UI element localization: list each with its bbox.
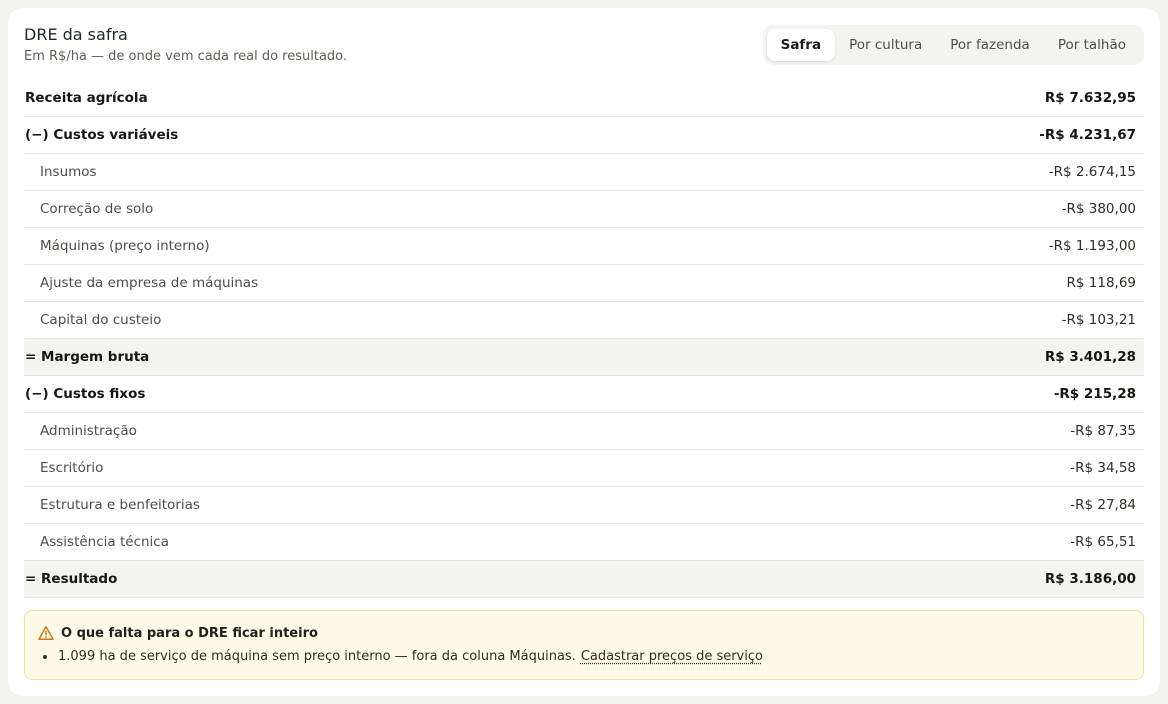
alert-list-item: 1.099 ha de serviço de máquina sem preço… bbox=[43, 649, 763, 664]
cadastrar-precos-link[interactable]: Cadastrar preços de serviço bbox=[581, 649, 763, 664]
warning-icon bbox=[38, 625, 54, 641]
row-value: R$ 3.186,00 bbox=[1044, 571, 1136, 587]
alert-title: O que falta para o DRE ficar inteiro bbox=[61, 626, 318, 641]
row-ajuste-empresa-maquinas: Ajuste da empresa de máquinas R$ 118,69 bbox=[24, 265, 1144, 302]
row-value: R$ 3.401,28 bbox=[1044, 349, 1136, 365]
tab-por-fazenda[interactable]: Por fazenda bbox=[936, 29, 1044, 61]
row-label: Receita agrícola bbox=[25, 90, 148, 106]
tab-por-talhao[interactable]: Por talhão bbox=[1044, 29, 1140, 61]
row-label: = Margem bruta bbox=[25, 349, 150, 365]
row-resultado: = Resultado R$ 3.186,00 bbox=[24, 561, 1144, 598]
row-label: (−) Custos variáveis bbox=[25, 127, 179, 143]
row-custos-fixos: (−) Custos fixos -R$ 215,28 bbox=[24, 376, 1144, 413]
row-label: Ajuste da empresa de máquinas bbox=[40, 275, 259, 291]
row-value: -R$ 27,84 bbox=[1070, 497, 1136, 513]
row-capital-do-custeio: Capital do custeio -R$ 103,21 bbox=[24, 302, 1144, 339]
row-receita-agricola: Receita agrícola R$ 7.632,95 bbox=[24, 80, 1144, 117]
row-label: Administração bbox=[40, 423, 137, 439]
row-value: -R$ 4.231,67 bbox=[1039, 127, 1136, 143]
row-value: -R$ 2.674,15 bbox=[1048, 164, 1136, 180]
alert-item-text: 1.099 ha de serviço de máquina sem preço… bbox=[58, 649, 576, 664]
row-value: R$ 118,69 bbox=[1066, 275, 1137, 291]
tab-por-cultura[interactable]: Por cultura bbox=[835, 29, 936, 61]
view-tabs: Safra Por cultura Por fazenda Por talhão bbox=[762, 25, 1144, 65]
row-escritorio: Escritório -R$ 34,58 bbox=[24, 450, 1144, 487]
row-value: -R$ 87,35 bbox=[1070, 423, 1136, 439]
row-maquinas: Máquinas (preço interno) -R$ 1.193,00 bbox=[24, 228, 1144, 265]
row-value: R$ 7.632,95 bbox=[1044, 90, 1136, 106]
row-margem-bruta: = Margem bruta R$ 3.401,28 bbox=[24, 339, 1144, 376]
dre-card: DRE da safra Em R$/ha — de onde vem cada… bbox=[8, 8, 1160, 696]
page-subtitle: Em R$/ha — de onde vem cada real do resu… bbox=[24, 49, 348, 64]
row-label: Escritório bbox=[40, 460, 104, 476]
row-label: Insumos bbox=[40, 164, 97, 180]
row-label: Estrutura e benfeitorias bbox=[40, 497, 200, 513]
row-label: Assistência técnica bbox=[40, 534, 170, 550]
row-assistencia-tecnica: Assistência técnica -R$ 65,51 bbox=[24, 524, 1144, 561]
tab-safra[interactable]: Safra bbox=[766, 29, 836, 61]
row-label: Máquinas (preço interno) bbox=[40, 238, 210, 254]
row-label: = Resultado bbox=[25, 571, 118, 587]
row-label: Capital do custeio bbox=[40, 312, 162, 328]
dre-table: Receita agrícola R$ 7.632,95 (−) Custos … bbox=[24, 80, 1144, 598]
page-title: DRE da safra bbox=[24, 25, 128, 44]
row-value: -R$ 65,51 bbox=[1070, 534, 1136, 550]
row-estrutura-benfeitorias: Estrutura e benfeitorias -R$ 27,84 bbox=[24, 487, 1144, 524]
row-label: Correção de solo bbox=[40, 201, 154, 217]
row-correcao-de-solo: Correção de solo -R$ 380,00 bbox=[24, 191, 1144, 228]
row-value: -R$ 380,00 bbox=[1061, 201, 1136, 217]
row-label: (−) Custos fixos bbox=[25, 386, 146, 402]
row-insumos: Insumos -R$ 2.674,15 bbox=[24, 154, 1144, 191]
row-value: -R$ 34,58 bbox=[1070, 460, 1136, 476]
missing-data-alert: O que falta para o DRE ficar inteiro 1.0… bbox=[24, 610, 1144, 680]
row-administracao: Administração -R$ 87,35 bbox=[24, 413, 1144, 450]
row-value: -R$ 215,28 bbox=[1053, 386, 1136, 402]
row-value: -R$ 103,21 bbox=[1061, 312, 1136, 328]
bullet-icon bbox=[43, 654, 47, 659]
row-custos-variaveis: (−) Custos variáveis -R$ 4.231,67 bbox=[24, 117, 1144, 154]
row-value: -R$ 1.193,00 bbox=[1048, 238, 1136, 254]
